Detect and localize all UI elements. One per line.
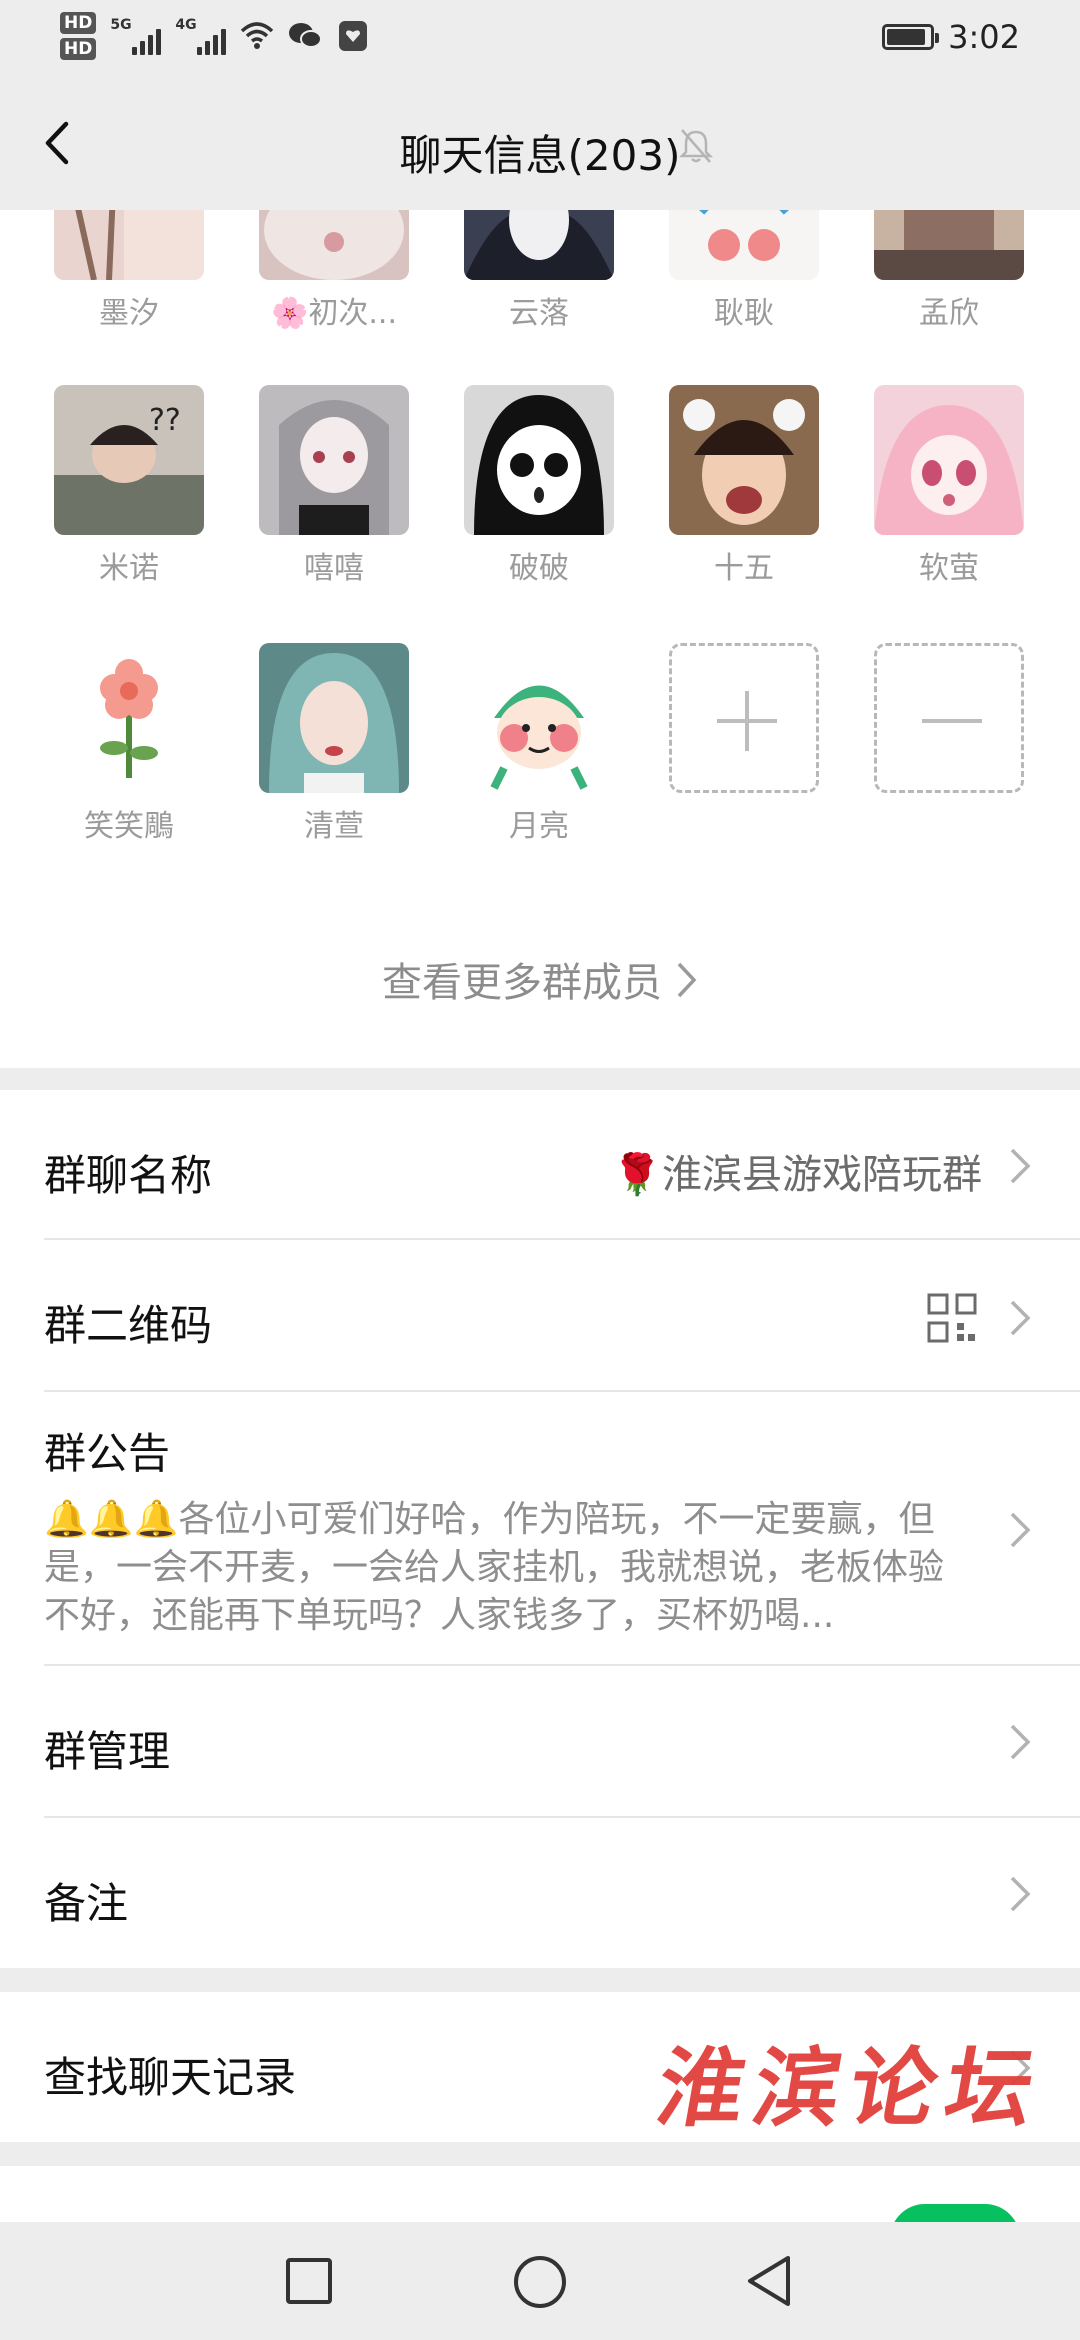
hd-indicator: HD HD xyxy=(60,12,97,60)
member-tile[interactable]: 孟欣 xyxy=(874,210,1024,331)
clock: 3:02 xyxy=(948,18,1020,56)
group-notice-label: 群公告 xyxy=(44,1429,171,1478)
member-grid: 墨汐 🌸初次... 云落 耿耿 孟欣 ?? 米诺 嘻嘻 破破 十五 软萤 笑笑鵰 xyxy=(0,210,1080,1068)
member-tile[interactable]: 清萱 xyxy=(259,643,409,844)
battery-icon xyxy=(882,24,940,50)
status-bar: HD HD 5G 4G 3:02 xyxy=(0,0,1080,78)
wifi-icon xyxy=(240,19,274,53)
member-tile[interactable]: 云落 xyxy=(464,210,614,331)
hd1-badge: HD xyxy=(60,12,97,34)
chevron-right-icon xyxy=(1008,1146,1032,1186)
avatar xyxy=(259,385,409,535)
search-history-label: 查找聊天记录 xyxy=(44,2053,297,2102)
battery-fill xyxy=(887,29,925,45)
group-name-value: 🌹淮滨县游戏陪玩群 xyxy=(612,1152,982,1198)
avatar xyxy=(54,643,204,793)
system-back-button[interactable] xyxy=(744,2254,794,2308)
chevron-right-icon xyxy=(1008,1874,1032,1914)
plus-icon xyxy=(669,643,819,793)
view-more-members-link[interactable]: 查看更多群成员 xyxy=(0,950,1080,1009)
member-tile[interactable]: 墨汐 xyxy=(54,210,204,331)
group-name-label: 群聊名称 xyxy=(44,1151,213,1200)
member-tile[interactable]: 耿耿 xyxy=(669,210,819,331)
group-notice-body: 🔔🔔🔔各位小可爱们好哈，作为陪玩，不一定要赢，但是，一会不开麦，一会给人家挂机，… xyxy=(44,1499,945,1636)
wechat-icon xyxy=(288,19,323,53)
page-title: 聊天信息(203) xyxy=(399,131,681,180)
member-tile[interactable]: 软萤 xyxy=(874,385,1024,586)
signal-4g-icon: 4G xyxy=(175,17,227,55)
group-manage-cell[interactable]: 群管理 xyxy=(0,1666,1080,1818)
member-name: 月亮 xyxy=(509,809,569,844)
add-member-button[interactable] xyxy=(669,643,819,793)
chevron-right-icon xyxy=(1008,1722,1032,1762)
chevron-right-icon xyxy=(1008,1510,1032,1550)
remark-label: 备注 xyxy=(44,1879,129,1928)
chevron-right-icon xyxy=(1008,1298,1032,1338)
avatar xyxy=(464,210,614,280)
svg-text:??: ?? xyxy=(149,403,181,438)
avatar xyxy=(54,210,204,280)
member-tile[interactable]: 🌸初次... xyxy=(259,210,409,331)
chevron-right-icon xyxy=(676,961,698,1009)
avatar xyxy=(259,643,409,793)
group-manage-label: 群管理 xyxy=(44,1727,171,1776)
member-name: 耿耿 xyxy=(714,296,774,331)
member-name: 十五 xyxy=(714,551,774,586)
member-tile[interactable]: 嘻嘻 xyxy=(259,385,409,586)
recent-apps-button[interactable] xyxy=(286,2258,332,2304)
member-tile[interactable]: 笑笑鵰 xyxy=(54,643,204,844)
member-tile[interactable]: 十五 xyxy=(669,385,819,586)
group-qr-label: 群二维码 xyxy=(44,1301,213,1350)
avatar xyxy=(464,385,614,535)
home-button[interactable] xyxy=(514,2256,566,2308)
nav-bar: 聊天信息(203) xyxy=(0,78,1080,210)
remark-cell[interactable]: 备注 xyxy=(0,1818,1080,1968)
member-name: 孟欣 xyxy=(919,296,979,331)
group-notice-cell[interactable]: 群公告 🔔🔔🔔各位小可爱们好哈，作为陪玩，不一定要赢，但是，一会不开麦，一会给人… xyxy=(0,1392,1080,1666)
avatar xyxy=(259,210,409,280)
member-name: 墨汐 xyxy=(99,296,159,331)
member-name: 软萤 xyxy=(919,551,979,586)
signal-5g-icon: 5G xyxy=(110,17,162,55)
avatar: ?? xyxy=(54,385,204,535)
view-more-members-label: 查看更多群成员 xyxy=(382,960,662,1006)
avatar xyxy=(874,385,1024,535)
group-qr-cell[interactable]: 群二维码 xyxy=(0,1240,1080,1392)
member-name: 米诺 xyxy=(99,551,159,586)
group-name-cell[interactable]: 群聊名称 🌹淮滨县游戏陪玩群 xyxy=(0,1090,1080,1240)
member-tile[interactable]: ?? 米诺 xyxy=(54,385,204,586)
avatar xyxy=(669,385,819,535)
member-name: 云落 xyxy=(509,296,569,331)
member-name: 嘻嘻 xyxy=(304,551,364,586)
member-tile[interactable]: 破破 xyxy=(464,385,614,586)
remove-member-button[interactable] xyxy=(874,643,1024,793)
qr-code-icon xyxy=(926,1292,978,1344)
member-name: 破破 xyxy=(509,551,569,586)
avatar xyxy=(669,210,819,280)
triangle-back-icon xyxy=(748,2256,790,2306)
notification-app-icon xyxy=(336,19,370,53)
minus-icon xyxy=(874,643,1024,793)
muted-bell-icon xyxy=(676,126,716,166)
network-5g-label: 5G xyxy=(110,17,132,33)
avatar xyxy=(874,210,1024,280)
avatar xyxy=(464,643,614,793)
member-name: 清萱 xyxy=(304,809,364,844)
member-name: 🌸初次... xyxy=(271,296,397,331)
member-tile[interactable]: 月亮 xyxy=(464,643,614,844)
network-4g-label: 4G xyxy=(175,17,197,33)
member-name: 笑笑鵰 xyxy=(84,809,174,844)
watermark: 淮滨论坛 xyxy=(649,2038,1052,2139)
system-navigation-bar xyxy=(0,2222,1080,2340)
hd2-badge: HD xyxy=(60,38,97,60)
